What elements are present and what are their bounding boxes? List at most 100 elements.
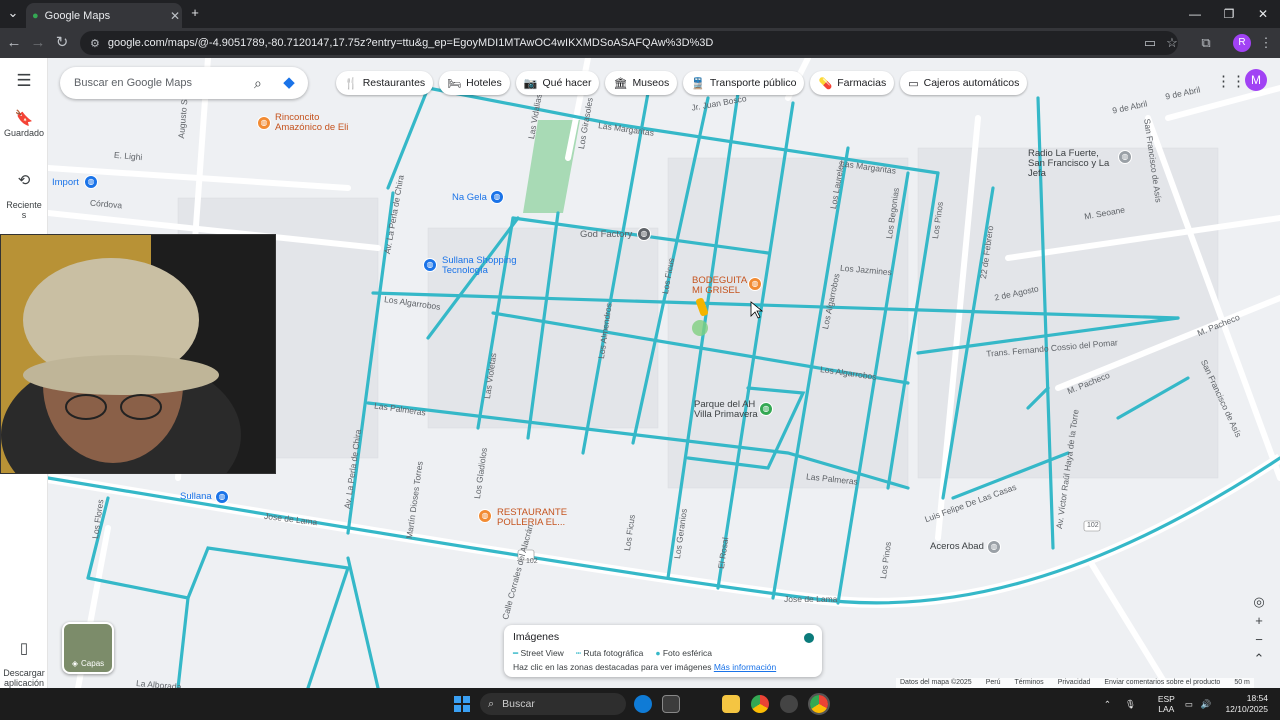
new-tab-icon[interactable]: + <box>186 5 204 20</box>
menu-dots-icon[interactable]: ⋮ <box>1256 33 1276 53</box>
expand-icon[interactable]: ⌃ <box>1248 649 1270 668</box>
legend-label: Foto esférica <box>662 648 712 658</box>
chevron-up-icon[interactable]: ⌃ <box>1104 699 1111 710</box>
hamburger-menu-icon[interactable]: ☰ <box>0 72 48 89</box>
chrome-icon[interactable] <box>751 695 769 713</box>
place-label[interactable]: Sullana <box>180 492 212 502</box>
place-label[interactable]: BODEGUITA MI GRISEL <box>692 276 750 296</box>
country-link[interactable]: Perú <box>986 679 1001 687</box>
map-data-credit: Datos del mapa ©2025 <box>900 679 972 686</box>
shopping-pin-icon[interactable]: ◍ <box>490 190 504 204</box>
park-pin-icon[interactable]: ◍ <box>759 402 773 416</box>
chip-pharmacies[interactable]: 💊 Farmacias <box>810 71 895 95</box>
photo-route-legend: ┅ Ruta fotográfica <box>575 648 644 658</box>
place-label[interactable]: Sullana Shopping Tecnología <box>442 256 518 276</box>
sidebar-item-recent[interactable]: ⟲ Reciente s <box>0 166 48 220</box>
more-info-link[interactable]: Más información <box>714 662 776 672</box>
chip-atms[interactable]: ▭ Cajeros automáticos <box>900 71 1028 95</box>
place-label[interactable]: God Factory <box>580 230 632 240</box>
phone-icon: ▯ <box>19 640 29 657</box>
zoom-out-icon[interactable]: − <box>1248 630 1270 649</box>
restaurant-pin-icon[interactable]: ◍ <box>478 509 492 523</box>
close-window-icon[interactable]: ✕ <box>1246 0 1280 28</box>
microphone-icon[interactable]: 🎙 <box>1125 699 1136 710</box>
bookmark-star-icon[interactable]: ☆ <box>1162 33 1182 53</box>
chip-things-to-do[interactable]: 📷 Qué hacer <box>515 71 600 95</box>
terms-link[interactable]: Términos <box>1015 679 1044 687</box>
search-input[interactable]: Buscar en Google Maps <box>74 77 254 89</box>
food-pin-icon[interactable]: ◍ <box>748 277 762 291</box>
hotel-icon: 🛏 <box>447 77 462 90</box>
file-explorer-icon[interactable] <box>722 695 740 713</box>
chip-hotels[interactable]: 🛏 Hoteles <box>439 71 510 95</box>
directions-icon[interactable]: ◆ <box>276 73 302 93</box>
chip-transit[interactable]: 🚆 Transporte público <box>683 71 805 95</box>
webcam-person-image <box>1 235 275 473</box>
chip-restaurants[interactable]: 🍴 Restaurantes <box>336 71 434 95</box>
cast-icon[interactable]: ▭ <box>1140 33 1160 53</box>
privacy-link[interactable]: Privacidad <box>1058 679 1091 687</box>
place-label[interactable]: Import <box>52 178 79 188</box>
webcam-overlay <box>0 234 276 474</box>
sidebar-item-download-app[interactable]: ▯ Descargar aplicación <box>0 634 48 688</box>
search-icon[interactable]: ⌕ <box>254 75 276 92</box>
chrome-active-icon[interactable] <box>808 693 830 715</box>
tab-google-maps[interactable]: ● Google Maps ✕ <box>26 3 182 28</box>
taskbar-search[interactable]: ⌕ Buscar <box>480 693 626 715</box>
place-label[interactable]: Na Gela <box>452 193 487 203</box>
url-bar[interactable]: ⚙ google.com/maps/@-4.9051789,-80.712014… <box>80 31 1178 55</box>
shopping-pin-icon[interactable]: ◍ <box>215 490 229 504</box>
chip-museums[interactable]: 🏛 Museos <box>605 71 678 95</box>
atm-icon: ▭ <box>908 77 919 90</box>
edge-icon[interactable] <box>634 695 652 713</box>
scale-label[interactable]: 50 m <box>1234 679 1250 687</box>
feedback-link[interactable]: Enviar comentarios sobre el producto <box>1104 679 1220 687</box>
account-avatar[interactable]: M <box>1245 69 1267 91</box>
tab-title: Google Maps <box>44 9 111 22</box>
search-box[interactable]: Buscar en Google Maps ⌕ ◆ <box>60 67 308 99</box>
taskbar-search-label: Buscar <box>502 698 535 710</box>
clock-time: 18:54 <box>1246 693 1268 703</box>
shopping-pin-icon[interactable]: ◍ <box>84 175 98 189</box>
place-label[interactable]: Rinconcito Amazónico de Eli <box>275 113 355 133</box>
map-footer: Datos del mapa ©2025 Perú Términos Priva… <box>896 678 1254 688</box>
photo-sphere-legend: ● Foto esférica <box>655 648 712 658</box>
street-view-toggle[interactable] <box>804 633 814 643</box>
volume-icon[interactable]: 🔊 <box>1201 699 1212 710</box>
place-label[interactable]: RESTAURANTE POLLERIA EL... <box>497 508 571 528</box>
clock[interactable]: 18:54 12/10/2025 <box>1225 693 1268 715</box>
minimize-icon[interactable]: — <box>1178 0 1212 28</box>
place-label[interactable]: Radio La Fuerte, San Francisco y La Jefa <box>1028 149 1118 179</box>
place-label[interactable]: Aceros Abad <box>930 542 984 552</box>
legend-label: Street View <box>520 648 564 658</box>
place-label[interactable]: Parque del AH Villa Primavera <box>694 400 758 420</box>
chip-label: Qué hacer <box>542 77 592 89</box>
tab-search-icon[interactable]: ⌄ <box>4 5 22 21</box>
browser-tab-bar: ⌄ ● Google Maps ✕ + — ❐ ✕ <box>0 0 1280 28</box>
restaurant-pin-icon[interactable]: ◍ <box>257 116 271 130</box>
street-view-hint: Haz clic en las zonas destacadas para ve… <box>513 662 712 672</box>
sidebar-item-saved[interactable]: 🔖 Guardado <box>0 111 48 138</box>
store-icon[interactable] <box>662 695 680 713</box>
extensions-icon[interactable]: ⧉ <box>1196 33 1216 53</box>
shopping-pin-icon[interactable]: ◍ <box>423 258 437 272</box>
zoom-in-icon[interactable]: + <box>1248 611 1270 630</box>
windows-start-icon[interactable] <box>454 696 470 712</box>
layers-button[interactable]: ◈ Capas <box>62 622 114 674</box>
place-pin-icon[interactable]: ◍ <box>637 227 651 241</box>
place-pin-icon[interactable]: ◍ <box>987 540 1001 554</box>
forward-icon[interactable]: → <box>28 33 48 53</box>
place-pin-icon[interactable]: ◍ <box>1118 150 1132 164</box>
app-icon[interactable] <box>780 695 798 713</box>
my-location-icon[interactable]: ◎ <box>1248 592 1270 611</box>
site-info-icon[interactable]: ⚙ <box>90 37 100 50</box>
language-indicator[interactable]: ESP LAA <box>1158 694 1175 714</box>
reload-icon[interactable]: ↻ <box>52 33 72 53</box>
close-tab-icon[interactable]: ✕ <box>168 9 182 23</box>
museum-icon: 🏛 <box>613 77 628 90</box>
network-icon[interactable]: ▭ <box>1185 699 1193 710</box>
chip-label: Hoteles <box>466 77 502 89</box>
profile-avatar[interactable]: R <box>1233 34 1251 52</box>
back-icon[interactable]: ← <box>4 33 24 53</box>
restore-icon[interactable]: ❐ <box>1212 0 1246 28</box>
